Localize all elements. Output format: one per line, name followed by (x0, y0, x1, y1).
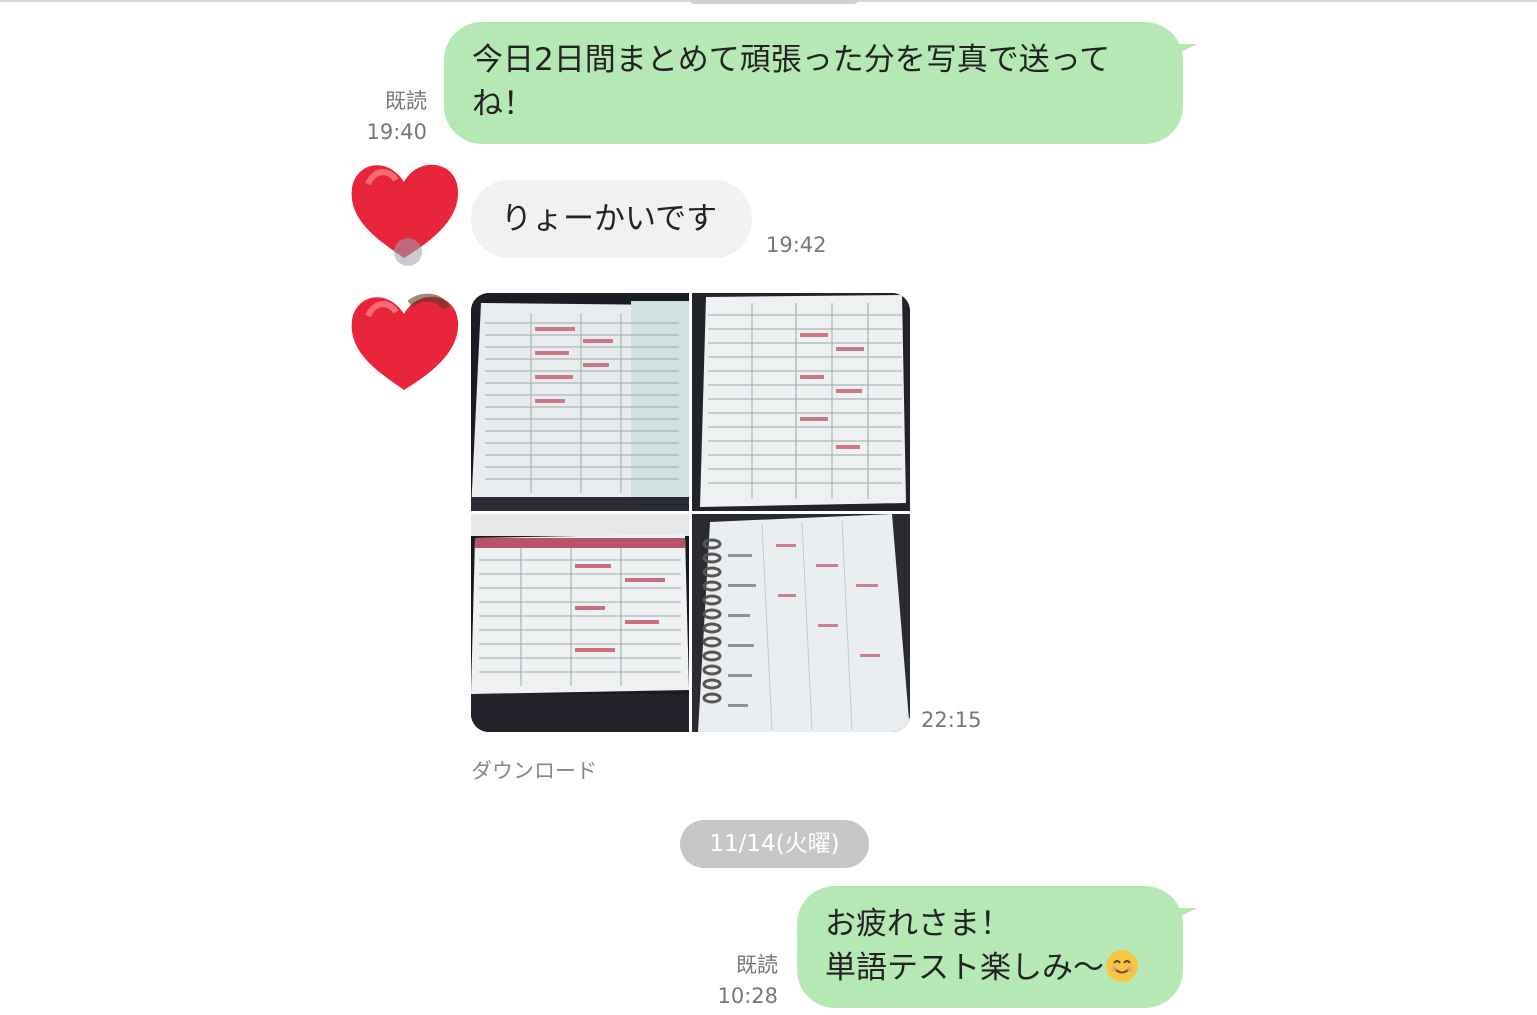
message-text-line: 今日2日間まとめて頑張った分を写真で送って (472, 42, 1111, 78)
message-text-line: 単語テスト楽しみ〜 (825, 946, 1155, 990)
avatar[interactable] (348, 286, 463, 398)
heart-avatar-icon (351, 293, 459, 390)
notebook-photo[interactable] (692, 293, 910, 511)
message-time: 10:28 (717, 984, 778, 1008)
heart-avatar-icon (351, 164, 459, 266)
message-meta: 既読 10:28 (706, 950, 778, 1012)
read-receipt: 既読 (736, 953, 778, 977)
message-time: 19:40 (366, 120, 427, 144)
download-link[interactable]: ダウンロード (471, 755, 597, 785)
message-text: 単語テスト楽しみ〜 (825, 950, 1104, 986)
notebook-photo[interactable] (692, 514, 910, 732)
outgoing-message-bubble[interactable]: お疲れさま！ 単語テスト楽しみ〜 (797, 886, 1197, 1008)
avatar[interactable] (348, 154, 463, 266)
message-text-line: ね！ (472, 86, 534, 122)
smiling-face-icon (1106, 950, 1138, 982)
notebook-photo[interactable] (471, 514, 689, 732)
message-time: 22:15 (921, 708, 982, 732)
photo-album-message[interactable] (471, 293, 910, 732)
outgoing-message-bubble[interactable]: 今日2日間まとめて頑張った分を写真で送って ね！ (444, 22, 1197, 144)
message-meta: 既読 19:40 (355, 86, 427, 148)
message-text-line: お疲れさま！ (825, 906, 1011, 942)
message-text: りょーかいです (501, 201, 718, 237)
scroll-pill (690, 0, 858, 4)
read-receipt: 既読 (385, 89, 427, 113)
notebook-photo[interactable] (471, 293, 689, 511)
bubble-tail (1169, 44, 1197, 58)
date-separator: 11/14(火曜) (680, 820, 869, 868)
chat-view: 既読 19:40 今日2日間まとめて頑張った分を写真で送って ね！ りょーかいで… (0, 0, 1537, 1015)
incoming-message-bubble[interactable]: りょーかいです (471, 180, 752, 258)
bubble-tail (1169, 908, 1197, 922)
message-time: 19:42 (766, 233, 827, 257)
